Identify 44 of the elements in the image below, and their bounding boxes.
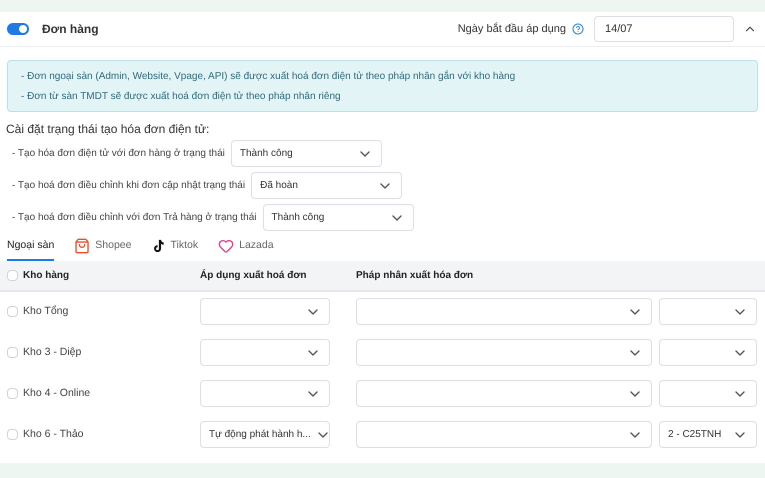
column-header: Áp dụng xuất hoá đơn xyxy=(200,268,308,283)
table-cell-text: Kho Tổng xyxy=(23,304,70,319)
tab[interactable]: Shopee xyxy=(74,238,132,261)
select-field[interactable] xyxy=(659,298,757,325)
checkbox[interactable] xyxy=(7,270,18,281)
select-field[interactable]: Tự động phát hành h... xyxy=(200,421,330,448)
select-field[interactable]: Thành công xyxy=(262,204,414,231)
select-field[interactable] xyxy=(356,421,652,448)
select-field[interactable] xyxy=(659,339,757,366)
checkbox[interactable] xyxy=(7,429,18,440)
checkbox[interactable] xyxy=(7,388,18,399)
select-field[interactable]: Thành công xyxy=(230,140,382,167)
section-title: Đơn hàng xyxy=(42,21,99,38)
select-field[interactable] xyxy=(356,298,652,325)
select-field[interactable] xyxy=(200,380,330,407)
setting-label: - Tạo hoá đơn điều chỉnh khi đơn cập nhật trạng thái xyxy=(12,179,246,193)
select-field[interactable] xyxy=(200,298,330,325)
help-icon xyxy=(572,23,584,35)
table-cell-text: Kho 4 - Online xyxy=(23,386,92,401)
heart-icon xyxy=(218,238,234,254)
table-cell-text: Kho 6 - Thảo xyxy=(23,426,85,442)
select-field[interactable]: Đã hoàn xyxy=(251,172,402,199)
toggle-switch[interactable] xyxy=(7,23,29,35)
notice-text: - Đơn từ sàn TMDT sẽ được xuất hoá đơn điện tử theo pháp nhân riêng xyxy=(21,90,342,104)
column-header: Pháp nhân xuất hóa đơn xyxy=(356,269,474,283)
checkbox[interactable] xyxy=(7,347,18,358)
setting-label: - Tạo hóa đơn điện tử với đơn hàng ở trạng thái xyxy=(12,147,225,161)
select-field[interactable] xyxy=(659,380,757,407)
settings-heading: Cài đặt trạng thái tạo hóa đơn điện tử: xyxy=(6,121,210,138)
select-field[interactable] xyxy=(200,339,330,366)
setting-label: - Tạo hoá đơn điều chỉnh với đơn Trả hàng ở trạng thái xyxy=(12,211,257,225)
field-label: Ngày bắt đầu áp dụng xyxy=(458,22,566,37)
select-field[interactable] xyxy=(356,380,652,407)
select-field[interactable] xyxy=(356,339,652,366)
music-note-icon xyxy=(151,239,166,254)
checkbox[interactable] xyxy=(7,306,18,317)
date-field[interactable]: 14/07 xyxy=(594,16,734,42)
shopping-bag-icon xyxy=(74,238,90,254)
column-header: Kho hàng xyxy=(23,269,70,283)
notice-text: - Đơn ngoại sàn (Admin, Website, Vpage, API) sẽ được xuất hoá đơn điện tử theo pháp nhân gắn với kho hàng xyxy=(21,69,516,84)
tab[interactable]: Lazada xyxy=(218,238,274,261)
tab[interactable]: Tiktok xyxy=(151,238,198,261)
select-field[interactable]: 2 - C25TNH xyxy=(659,421,757,448)
table-cell-text: Kho 3 - Diệp xyxy=(23,344,82,360)
